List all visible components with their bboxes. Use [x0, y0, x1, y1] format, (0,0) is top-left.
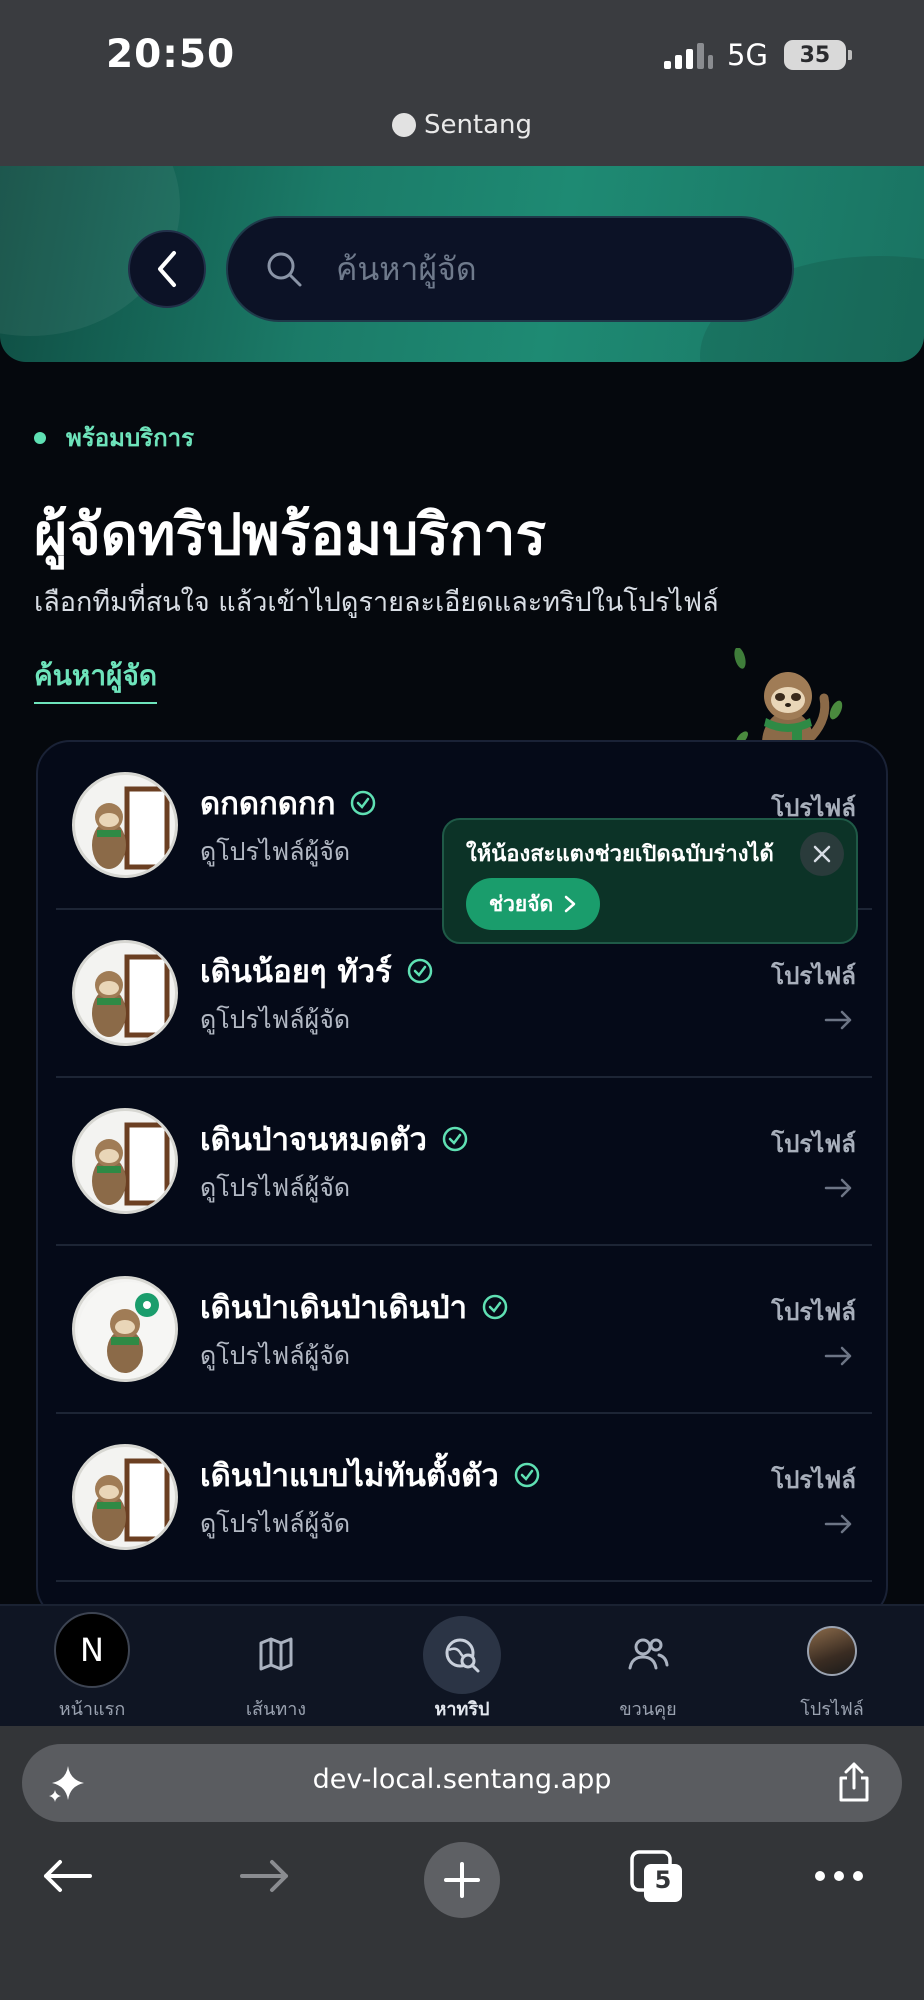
organizer-subtitle: ดูโปรไฟล์ผู้จัด [200, 1509, 351, 1538]
tabs-button[interactable]: 5 [630, 1850, 686, 1906]
nav-routes-label: เส้นทาง [245, 1699, 307, 1720]
nav-find-trip[interactable]: หาทริป [382, 1606, 542, 1728]
address-bar[interactable]: dev-local.sentang.app [22, 1744, 902, 1822]
arrow-right-icon[interactable] [824, 1176, 854, 1200]
profile-link[interactable]: โปรไฟล์ [771, 1460, 856, 1499]
forward-arrow-icon[interactable] [238, 1856, 292, 1896]
assistant-tooltip: ให้น้องสะแตงช่วยเปิดฉบับร่างได้ ช่วยจัด [442, 818, 858, 944]
search-icon [267, 252, 302, 287]
arrow-right-icon[interactable] [824, 1008, 854, 1032]
organizer-subtitle: ดูโปรไฟล์ผู้จัด [200, 1341, 351, 1370]
users-icon [628, 1638, 669, 1670]
nav-home[interactable]: N หน้าแรก [12, 1606, 172, 1728]
nav-home-label: หน้าแรก [58, 1699, 126, 1720]
back-button[interactable] [128, 230, 206, 308]
arrow-right-icon[interactable] [824, 1344, 854, 1368]
list-item[interactable]: เดินป่าแบบไม่ทันตั้งตัว ดูโปรไฟล์ผู้จัด … [56, 1414, 872, 1582]
status-pill: พร้อมบริการ [34, 418, 194, 457]
verified-check-icon [514, 1462, 540, 1488]
close-icon [813, 845, 831, 863]
browser-toolbar: dev-local.sentang.app 5 [0, 1726, 924, 2000]
organizer-name: เดินป่าจนหมดตัว [200, 1122, 427, 1158]
organizer-name-row: ดกดกดกก [200, 778, 377, 828]
nav-active-indicator [423, 1616, 501, 1694]
organizer-name: เดินน้อยๆ ทัวร์ [200, 954, 392, 990]
more-icon[interactable] [812, 1868, 866, 1884]
battery-level: 35 [799, 42, 831, 68]
organizer-avatar [72, 1276, 178, 1382]
nav-routes[interactable]: เส้นทาง [196, 1606, 356, 1728]
status-icons: 5G 35 [664, 38, 852, 72]
signal-icon [664, 41, 713, 69]
tooltip-text: ให้น้องสะแตงช่วยเปิดฉบับร่างได้ [466, 842, 774, 867]
share-icon[interactable] [836, 1760, 872, 1804]
organizer-subtitle: ดูโปรไฟล์ผู้จัด [200, 1173, 351, 1202]
verified-check-icon [482, 1294, 508, 1320]
site-name: Sentang [423, 110, 533, 140]
search-placeholder: ค้นหาผู้จัด [336, 249, 477, 288]
profile-link[interactable]: โปรไฟล์ [771, 956, 856, 995]
bottom-nav: N หน้าแรก เส้นทาง หาทริป ขวนคุย โปรไฟล์ [0, 1604, 924, 1726]
organizer-name-row: เดินป่าจนหมดตัว [200, 1114, 469, 1164]
organizer-avatar [72, 772, 178, 878]
chevron-left-icon [158, 251, 176, 287]
network-label: 5G [727, 38, 768, 72]
organizer-avatar [72, 1444, 178, 1550]
verified-check-icon [442, 1126, 468, 1152]
site-favicon-icon [391, 113, 416, 137]
nav-find-trip-label: หาทริป [434, 1699, 490, 1720]
page-subtitle: เลือกทีมที่สนใจ แล้วเข้าไปดูรายละเอียดแล… [34, 587, 719, 618]
back-arrow-icon[interactable] [40, 1856, 94, 1896]
organizer-name: เดินป่าเดินป่าเดินป่า [200, 1290, 468, 1326]
status-pill-label: พร้อมบริการ [66, 424, 194, 452]
organizer-name: เดินป่าแบบไม่ทันตั้งตัว [200, 1458, 499, 1494]
site-chip[interactable]: Sentang [0, 110, 924, 140]
organizer-subtitle: ดูโปรไฟล์ผู้จัด [200, 837, 351, 866]
nav-invite[interactable]: ขวนคุย [568, 1606, 728, 1728]
organizer-avatar [72, 1108, 178, 1214]
nav-profile[interactable]: โปรไฟล์ [752, 1606, 912, 1728]
organizer-name-row: เดินป่าแบบไม่ทันตั้งตัว [200, 1450, 541, 1500]
arrow-right-icon[interactable] [824, 1512, 854, 1536]
search-input[interactable]: ค้นหาผู้จัด [226, 216, 794, 322]
verified-check-icon [407, 958, 433, 984]
help-organize-label: ช่วยจัด [488, 891, 554, 916]
search-organizer-link[interactable]: ค้นหาผู้จัด [34, 654, 158, 704]
organizer-name-row: เดินน้อยๆ ทัวร์ [200, 946, 434, 996]
tabs-count: 5 [654, 1866, 672, 1894]
organizer-subtitle: ดูโปรไฟล์ผู้จัด [200, 1005, 351, 1034]
online-dot-icon [34, 431, 46, 444]
n-logo-icon: N [54, 1612, 130, 1688]
new-tab-button[interactable] [424, 1842, 500, 1918]
organizer-avatar [72, 940, 178, 1046]
list-item[interactable]: เดินป่าเดินป่าเดินป่า ดูโปรไฟล์ผู้จัด โป… [56, 1246, 872, 1414]
plus-icon [444, 1862, 480, 1898]
search-globe-icon [445, 1638, 480, 1673]
page-title: ผู้จัดทริปพร้อมบริการ [34, 502, 547, 568]
organizer-name: ดกดกดกก [200, 786, 336, 822]
nav-profile-label: โปรไฟล์ [800, 1699, 864, 1720]
profile-link[interactable]: โปรไฟล์ [771, 1124, 856, 1163]
url-text: dev-local.sentang.app [312, 1764, 612, 1795]
status-time: 20:50 [106, 32, 236, 77]
map-icon [259, 1637, 293, 1671]
verified-check-icon [351, 790, 376, 816]
avatar [807, 1626, 857, 1676]
nav-invite-label: ขวนคุย [619, 1699, 677, 1720]
battery-icon: 35 [783, 40, 852, 70]
close-button[interactable] [800, 832, 844, 876]
profile-link[interactable]: โปรไฟล์ [771, 1292, 856, 1331]
status-bar: 20:50 5G 35 Sentang [0, 0, 924, 166]
list-item[interactable]: เดินป่าจนหมดตัว ดูโปรไฟล์ผู้จัด โปรไฟล์ [56, 1078, 872, 1246]
help-organize-button[interactable]: ช่วยจัด [466, 878, 600, 930]
chevron-right-icon [564, 895, 576, 913]
organizer-name-row: เดินป่าเดินป่าเดินป่า [200, 1282, 509, 1332]
